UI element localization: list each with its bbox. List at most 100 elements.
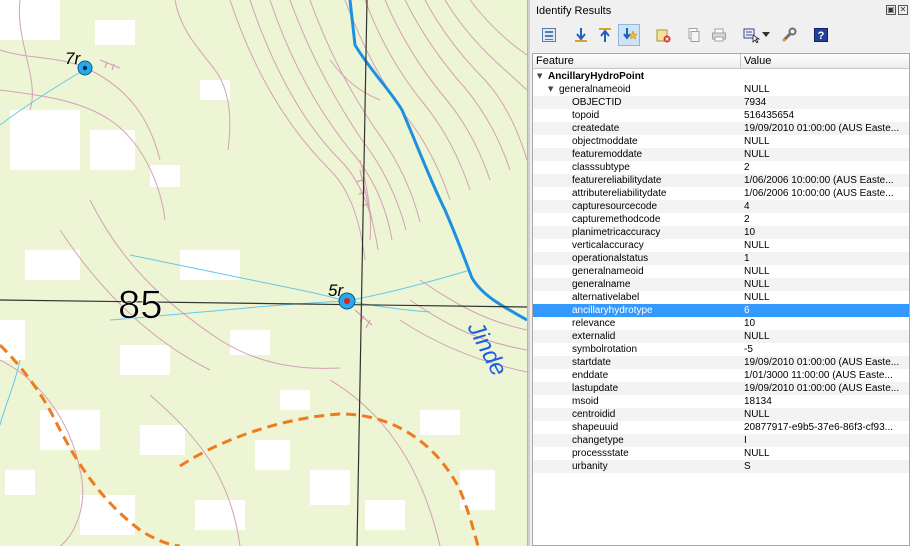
attribute-row[interactable]: startdate 19/09/2010 01:00:00 (AUS Easte.… [533, 356, 909, 369]
attribute-value: NULL [744, 279, 770, 290]
attribute-row[interactable]: generalname NULL [533, 278, 909, 291]
identify-toolbar: ? [530, 22, 910, 50]
attribute-field: capturesourcecode [572, 201, 658, 212]
help-icon[interactable]: ? [810, 24, 832, 46]
attribute-row[interactable]: capturesourcecode 4 [533, 200, 909, 213]
grid-label-85: 85 [118, 283, 163, 327]
attribute-row[interactable]: planimetricaccuracy 10 [533, 226, 909, 239]
attribute-value: NULL [744, 266, 770, 277]
attribute-value: -5 [744, 344, 753, 355]
attribute-value: 2 [744, 214, 750, 225]
attribute-row[interactable]: shapeuuid 20877917-e9b5-37e6-86f3-cf93... [533, 421, 909, 434]
attribute-row[interactable]: featuremoddate NULL [533, 148, 909, 161]
attribute-field: processstate [572, 448, 629, 459]
attribute-field: classsubtype [572, 162, 630, 173]
attribute-value: I [744, 435, 747, 446]
layer-name: AncillaryHydroPoint [548, 71, 645, 82]
attribute-row[interactable]: attributereliabilitydate 1/06/2006 10:00:… [533, 187, 909, 200]
attribute-row[interactable]: featurereliabilitydate 1/06/2006 10:00:00… [533, 174, 909, 187]
attribute-value: NULL [744, 331, 770, 342]
attribute-field: featurereliabilitydate [572, 175, 662, 186]
attribute-row[interactable]: createdate 19/09/2010 01:00:00 (AUS Easte… [533, 122, 909, 135]
attribute-field: enddate [572, 370, 609, 381]
expand-arrow-icon[interactable]: ▼ [548, 83, 553, 96]
attribute-value: NULL [744, 292, 770, 303]
clear-results-icon[interactable] [652, 24, 674, 46]
attribute-value: NULL [744, 240, 770, 251]
attribute-field: verticalaccuracy [572, 240, 644, 251]
attribute-field: centroidid [572, 409, 616, 420]
attribute-value: NULL [744, 409, 770, 420]
attribute-row[interactable]: OBJECTID 7934 [533, 96, 909, 109]
layer-node[interactable]: ▼ AncillaryHydroPoint [533, 70, 909, 83]
attribute-row[interactable]: verticalaccuracy NULL [533, 239, 909, 252]
identify-mode-icon[interactable] [740, 24, 762, 46]
float-panel-button[interactable]: ▣ [886, 5, 896, 15]
attribute-value: 18134 [744, 396, 772, 407]
dropdown-arrow-icon[interactable] [760, 24, 772, 46]
attribute-value: 1/06/2006 10:00:00 (AUS Easte... [744, 175, 894, 186]
attribute-value: 1/01/3000 11:00:00 (AUS Easte... [744, 370, 893, 381]
attribute-field: generalnameoid [572, 266, 644, 277]
topographic-map[interactable]: 85 7r 5r Jinde [0, 0, 527, 546]
attribute-field: symbolrotation [572, 344, 638, 355]
attribute-field: externalid [572, 331, 616, 342]
feature-node[interactable]: ▼ generalnameoid NULL [533, 83, 909, 96]
attribute-row[interactable]: processstate NULL [533, 447, 909, 460]
feature-node-value: NULL [744, 84, 770, 95]
attribute-value: 10 [744, 227, 756, 238]
expand-new-results-icon[interactable] [570, 24, 592, 46]
expand-all-icon[interactable] [618, 24, 640, 46]
attribute-row[interactable]: operationalstatus 1 [533, 252, 909, 265]
map-canvas[interactable]: 85 7r 5r Jinde [0, 0, 527, 546]
attribute-row[interactable]: ancillaryhydrotype 6 [533, 304, 909, 317]
attribute-field: alternativelabel [572, 292, 640, 303]
feature-column-header[interactable]: Feature [536, 55, 574, 67]
attribute-value: 1/06/2006 10:00:00 (AUS Easte... [744, 188, 894, 199]
attribute-row[interactable]: lastupdate 19/09/2010 01:00:00 (AUS Easte… [533, 382, 909, 395]
svg-text:?: ? [818, 30, 825, 42]
attribute-row[interactable]: enddate 1/01/3000 11:00:00 (AUS Easte... [533, 369, 909, 382]
attribute-field: planimetricaccuracy [572, 227, 661, 238]
attribute-row[interactable]: classsubtype 2 [533, 161, 909, 174]
attribute-field: msoid [572, 396, 599, 407]
attribute-field: shapeuuid [572, 422, 619, 433]
column-separator[interactable] [740, 54, 741, 69]
attribute-field: operationalstatus [572, 253, 649, 264]
attribute-row[interactable]: generalnameoid NULL [533, 265, 909, 278]
attribute-value: 6 [744, 305, 750, 316]
point-label-7r: 7r [65, 49, 81, 68]
attribute-field: topoid [572, 110, 600, 121]
attribute-value: 1 [744, 253, 750, 264]
collapse-all-icon[interactable] [594, 24, 616, 46]
close-panel-button[interactable]: ✕ [898, 5, 908, 15]
point-label-5r: 5r [328, 281, 344, 300]
attribute-row[interactable]: topoid 516435654 [533, 109, 909, 122]
attribute-value: NULL [744, 136, 770, 147]
attribute-field: startdate [572, 357, 611, 368]
identify-results-panel: Identify Results ▣ ✕ ? Feature Value ▼ A… [530, 0, 910, 546]
value-column-header[interactable]: Value [744, 55, 771, 67]
copy-feature-icon[interactable] [682, 24, 704, 46]
print-icon[interactable] [708, 24, 730, 46]
results-tree[interactable]: Feature Value ▼ AncillaryHydroPoint ▼ ge… [532, 53, 910, 546]
attribute-row[interactable]: urbanity S [533, 460, 909, 473]
attribute-field: featuremoddate [572, 149, 643, 160]
attribute-field: attributereliabilitydate [572, 188, 667, 199]
attribute-row[interactable]: capturemethodcode 2 [533, 213, 909, 226]
attribute-row[interactable]: centroidid NULL [533, 408, 909, 421]
expand-tree-icon[interactable] [538, 24, 560, 46]
attribute-row[interactable]: externalid NULL [533, 330, 909, 343]
attribute-row[interactable]: changetype I [533, 434, 909, 447]
attribute-row[interactable]: symbolrotation -5 [533, 343, 909, 356]
settings-wrench-icon[interactable] [778, 24, 800, 46]
attribute-value: NULL [744, 448, 770, 459]
attribute-field: createdate [572, 123, 620, 134]
panel-titlebar[interactable]: Identify Results ▣ ✕ [530, 0, 910, 22]
attribute-row[interactable]: msoid 18134 [533, 395, 909, 408]
attribute-row[interactable]: alternativelabel NULL [533, 291, 909, 304]
expand-arrow-icon[interactable]: ▼ [537, 70, 542, 83]
attribute-row[interactable]: relevance 10 [533, 317, 909, 330]
attribute-field: urbanity [572, 461, 608, 472]
attribute-row[interactable]: objectmoddate NULL [533, 135, 909, 148]
